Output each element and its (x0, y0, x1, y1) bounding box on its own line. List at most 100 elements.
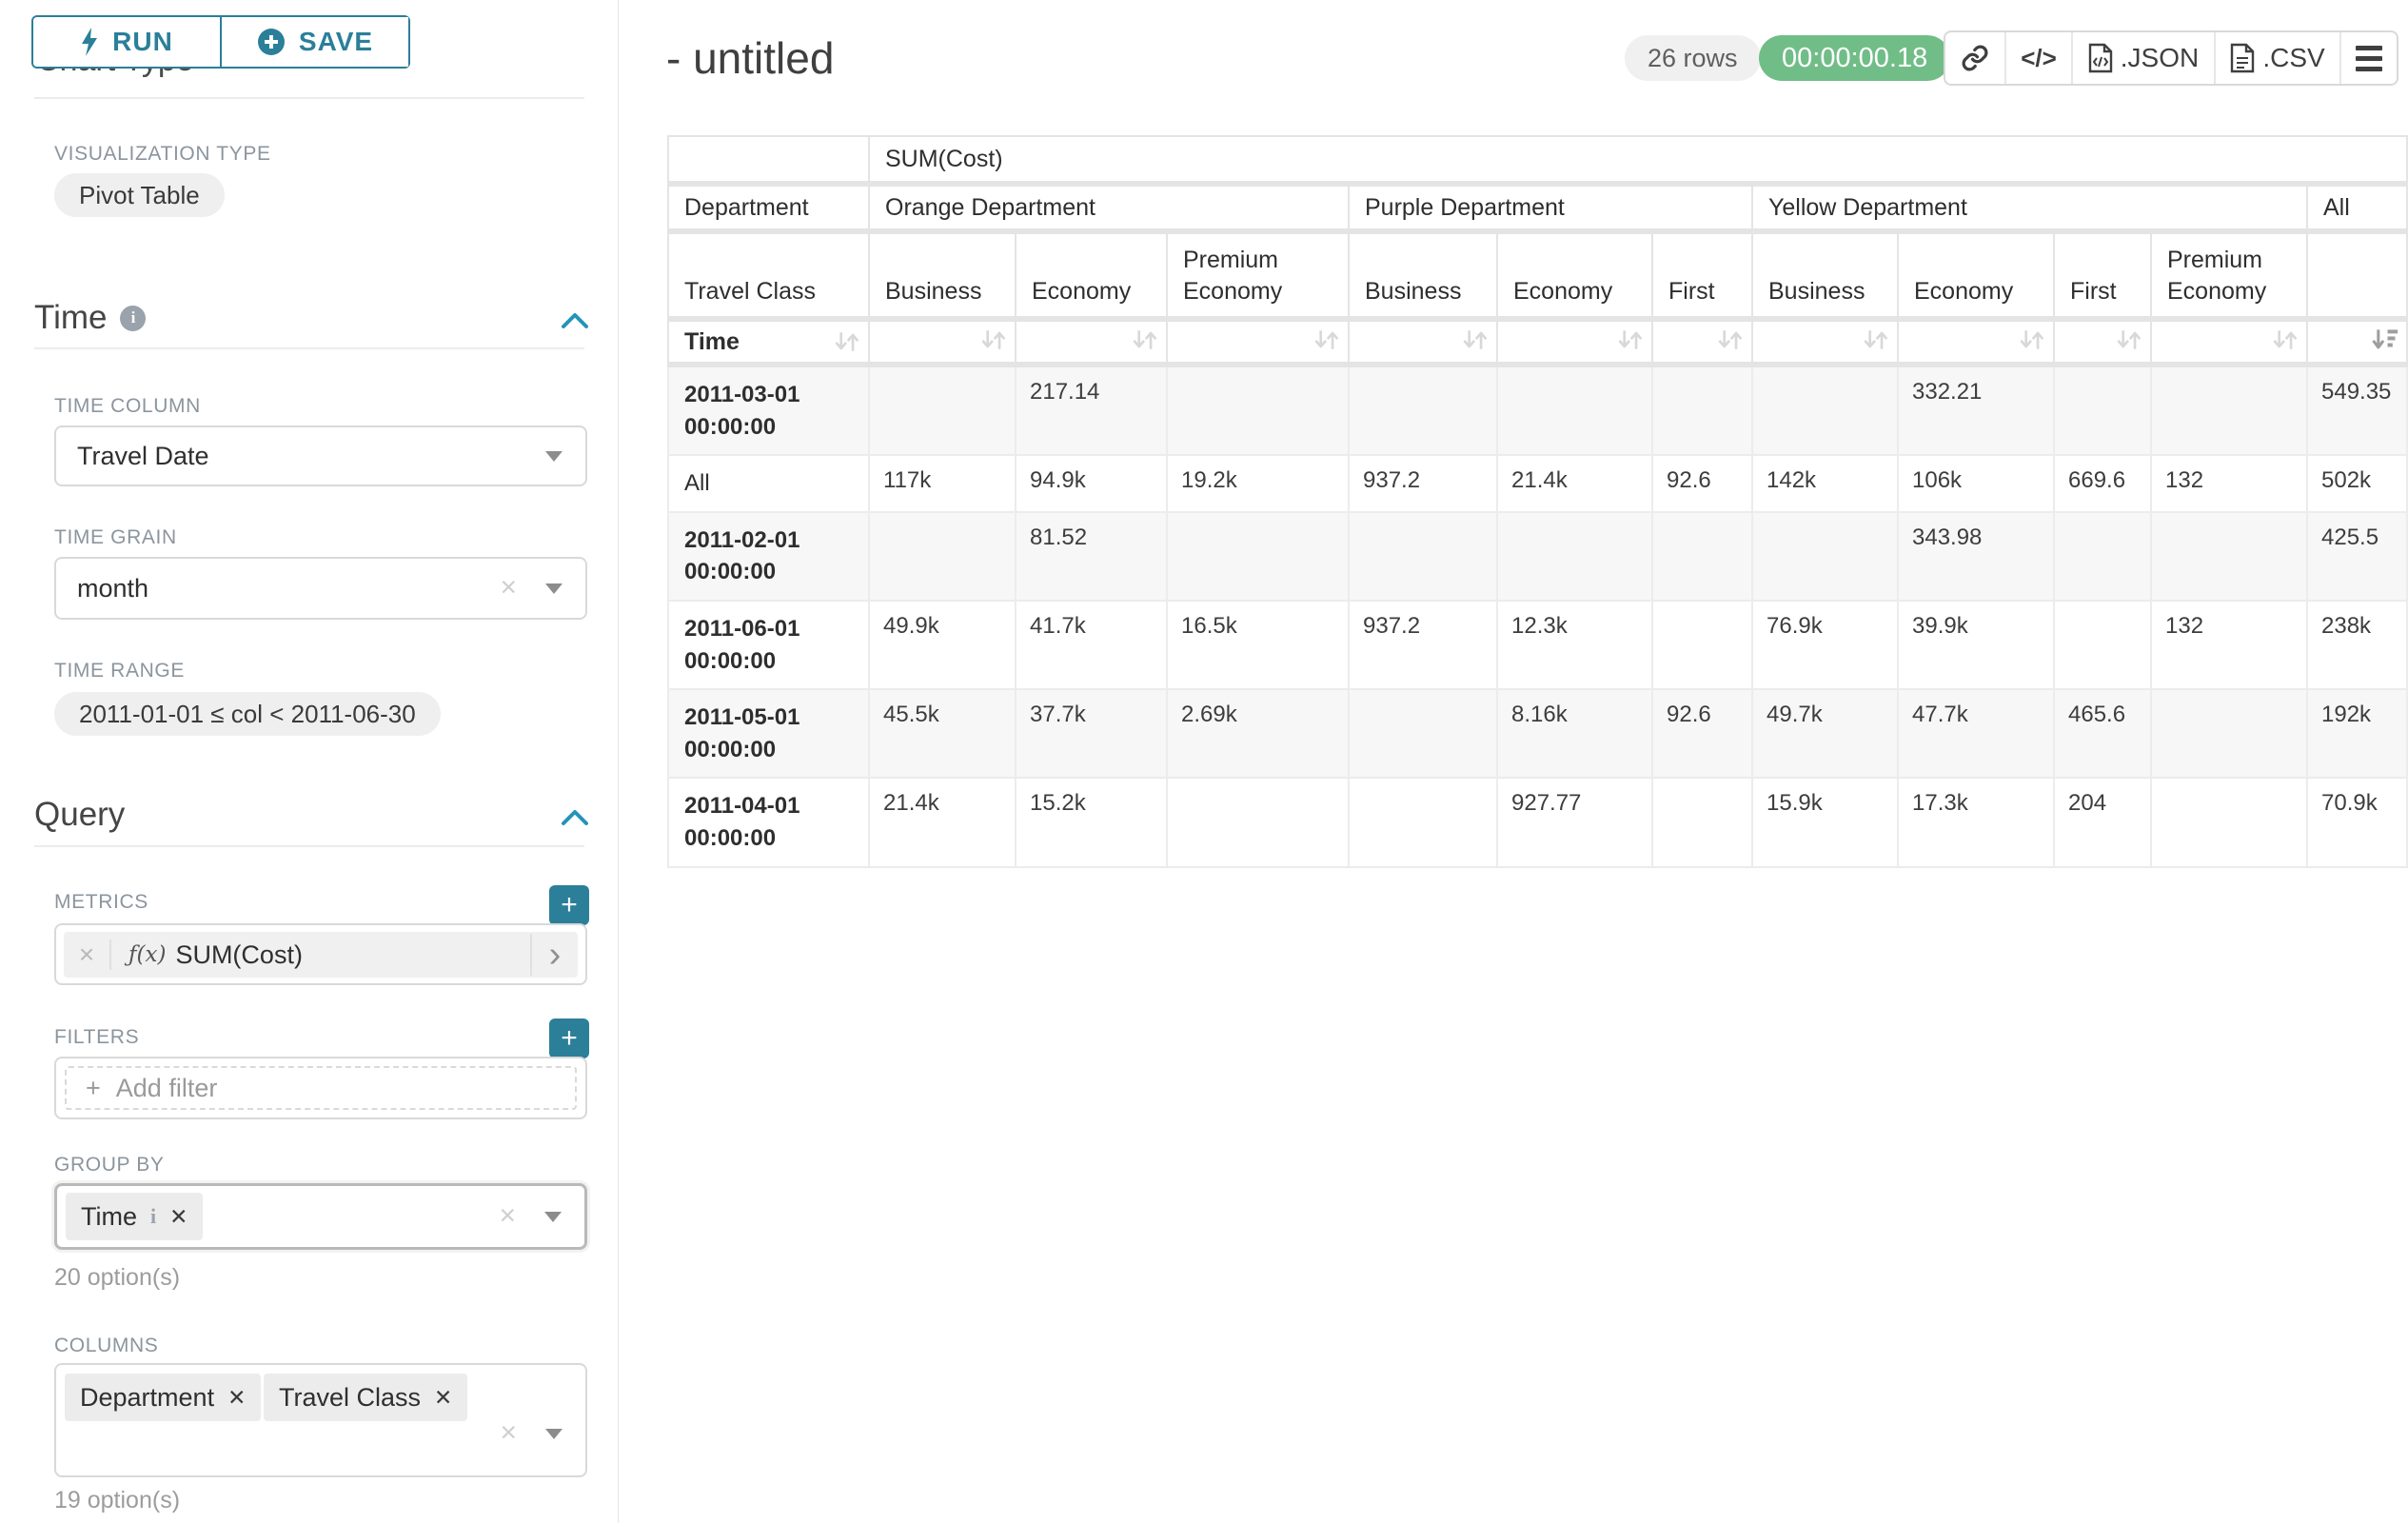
export-csv-button[interactable]: .CSV (2216, 32, 2341, 84)
chart-title[interactable]: - untitled (666, 32, 834, 84)
column-sort-header[interactable] (1898, 319, 2054, 365)
time-column-select[interactable]: Travel Date (54, 425, 587, 486)
clear-icon[interactable]: × (500, 1416, 517, 1449)
columns-select[interactable]: Department ✕ Travel Class ✕ × (54, 1363, 587, 1477)
sort-icon[interactable] (1460, 326, 1489, 354)
table-cell: 669.6 (2054, 455, 2151, 512)
remove-chip-icon[interactable]: ✕ (169, 1204, 188, 1230)
view-query-button[interactable]: </> (2006, 32, 2073, 84)
group-by-chip[interactable]: Time i ✕ (66, 1193, 203, 1240)
sort-icon[interactable] (2017, 326, 2045, 354)
add-metric-button[interactable]: + (549, 885, 589, 925)
sort-icon[interactable] (1715, 326, 1744, 354)
table-cell: 94.9k (1016, 455, 1167, 512)
chevron-down-icon (545, 1429, 563, 1439)
column-sort-header[interactable] (1752, 319, 1898, 365)
table-cell (1752, 365, 1898, 455)
sort-desc-icon[interactable] (2370, 326, 2398, 354)
column-sort-header[interactable] (2054, 319, 2151, 365)
table-cell (2151, 512, 2307, 601)
chevron-up-icon[interactable] (560, 807, 590, 828)
clear-icon[interactable]: × (499, 1199, 516, 1232)
table-cell (1167, 512, 1349, 601)
group-by-option-count: 20 option(s) (54, 1264, 180, 1292)
time-section-title: Time (34, 299, 107, 337)
time-section-header[interactable]: Time i (34, 299, 146, 337)
more-menu-button[interactable] (2341, 32, 2397, 84)
share-link-button[interactable] (1945, 32, 2006, 84)
csv-label: .CSV (2262, 43, 2324, 73)
sort-icon[interactable] (2270, 326, 2299, 354)
add-filter-button[interactable]: + Add filter (65, 1066, 577, 1110)
table-cell (2151, 778, 2307, 866)
table-cell (1652, 778, 1752, 866)
table-cell (1652, 601, 1752, 689)
columns-chip[interactable]: Department ✕ (65, 1374, 261, 1421)
table-row: 2011-04-01 00:00:0021.4k15.2k927.7715.9k… (668, 778, 2407, 866)
sort-icon[interactable] (978, 326, 1007, 354)
row-header: 2011-02-01 00:00:00 (668, 512, 869, 601)
chevron-right-icon[interactable]: › (530, 934, 578, 976)
table-cell (1167, 778, 1349, 866)
table-cell (1349, 365, 1497, 455)
table-cell: 39.9k (1898, 601, 2054, 689)
sort-icon[interactable] (1861, 326, 1889, 354)
run-button[interactable]: RUN (33, 17, 222, 67)
query-section-header[interactable]: Query (34, 796, 125, 834)
section-divider (34, 97, 584, 99)
viz-type-label: VISUALIZATION TYPE (54, 143, 271, 166)
columns-option-count: 19 option(s) (54, 1487, 180, 1514)
table-cell: 41.7k (1016, 601, 1167, 689)
chevron-up-icon[interactable] (560, 310, 590, 331)
save-button[interactable]: SAVE (222, 17, 408, 67)
column-sort-header[interactable] (869, 319, 1016, 365)
viz-type-pill[interactable]: Pivot Table (54, 173, 225, 217)
time-range-label: TIME RANGE (54, 660, 185, 682)
column-group-header: Purple Department (1349, 184, 1752, 231)
add-filter-plus-button[interactable]: + (549, 1019, 589, 1058)
export-json-button[interactable]: .JSON (2073, 32, 2216, 84)
control-panel: Chart Type RUN SAVE VISUALIZATION TYPE P… (0, 0, 619, 1523)
json-file-icon (2088, 43, 2113, 73)
sort-icon[interactable] (1615, 326, 1644, 354)
column-sort-header[interactable] (2307, 319, 2407, 365)
sort-icon[interactable] (1130, 326, 1158, 354)
column-group-header: All (2307, 184, 2407, 231)
sort-icon[interactable] (2114, 326, 2142, 354)
json-label: .JSON (2121, 43, 2199, 73)
remove-chip-icon[interactable]: ✕ (434, 1385, 452, 1411)
table-row: 2011-06-01 00:00:0049.9k41.7k16.5k937.21… (668, 601, 2407, 689)
time-sort-header[interactable]: Time (668, 319, 869, 365)
code-icon: </> (2021, 44, 2057, 73)
table-cell: 12.3k (1497, 601, 1652, 689)
group-by-select[interactable]: Time i ✕ × (54, 1183, 587, 1250)
sort-icon[interactable] (1312, 326, 1340, 354)
remove-chip-icon[interactable]: ✕ (227, 1385, 246, 1411)
table-cell: 937.2 (1349, 455, 1497, 512)
table-cell: 132 (2151, 455, 2307, 512)
time-range-pill[interactable]: 2011-01-01 ≤ col < 2011-06-30 (54, 692, 441, 736)
column-sort-header[interactable] (1016, 319, 1167, 365)
link-icon (1961, 44, 1989, 72)
table-cell: 70.9k (2307, 778, 2407, 866)
info-icon: i (120, 306, 146, 331)
clear-icon[interactable]: × (500, 571, 517, 603)
table-cell: 204 (2054, 778, 2151, 866)
metrics-box: × ƒ(x) SUM(Cost) › (54, 923, 587, 985)
time-grain-select[interactable]: month × (54, 557, 587, 620)
columns-chip[interactable]: Travel Class ✕ (264, 1374, 467, 1421)
column-sort-header[interactable] (1497, 319, 1652, 365)
column-sort-header[interactable] (2151, 319, 2307, 365)
remove-metric-icon[interactable]: × (64, 940, 111, 970)
table-cell: 465.6 (2054, 689, 2151, 778)
column-sort-header[interactable] (1652, 319, 1752, 365)
column-sort-header[interactable] (1167, 319, 1349, 365)
column-header: Premium Economy (1167, 231, 1349, 319)
table-cell (1652, 365, 1752, 455)
table-cell: 47.7k (1898, 689, 2054, 778)
table-row: 2011-05-01 00:00:0045.5k37.7k2.69k8.16k9… (668, 689, 2407, 778)
sort-icon[interactable] (832, 327, 860, 356)
column-sort-header[interactable] (1349, 319, 1497, 365)
export-toolbar: </> .JSON .CSV (1944, 30, 2398, 86)
metric-chip[interactable]: × ƒ(x) SUM(Cost) › (64, 932, 578, 978)
